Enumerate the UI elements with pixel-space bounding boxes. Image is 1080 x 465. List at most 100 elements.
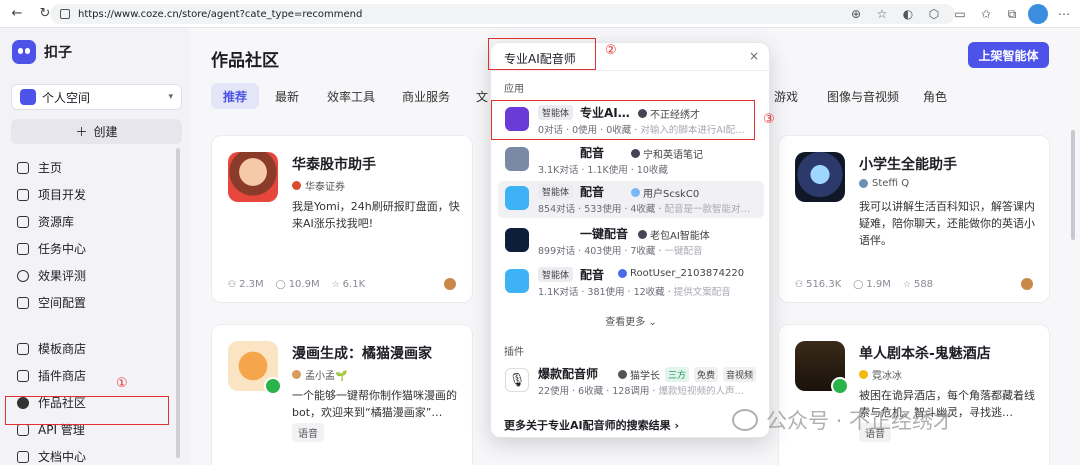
plugin-result-item[interactable]: 🎙 爆款配音师 猫学长 三方 免费 音视频 22使用 · 6收藏 · 128调用… bbox=[498, 363, 764, 400]
result-name: 配音 bbox=[580, 146, 605, 160]
author-avatar-icon bbox=[631, 149, 640, 158]
chevron-down-icon: ▾ bbox=[168, 92, 173, 102]
tab-efficiency[interactable]: 效率工具 bbox=[327, 83, 375, 109]
star-icon[interactable]: ☆ bbox=[872, 4, 892, 24]
page-title: 作品社区 bbox=[211, 51, 279, 71]
zoom-icon[interactable]: ⊕ bbox=[846, 4, 866, 24]
agent-icon bbox=[505, 147, 529, 171]
watermark-text: 公众号 · 不正经绣才 bbox=[766, 409, 955, 433]
brand-name: 扣子 bbox=[44, 45, 72, 61]
collections-icon[interactable]: ⧉ bbox=[1002, 4, 1022, 24]
sidebar-item-label: 文档中心 bbox=[38, 450, 87, 464]
menu-icon[interactable]: ⋯ bbox=[1054, 4, 1074, 24]
sidebar-item-task[interactable]: 任务中心 bbox=[0, 235, 190, 262]
clear-search-icon[interactable]: × bbox=[749, 49, 759, 63]
author-avatar-icon bbox=[292, 370, 301, 379]
project-icon bbox=[17, 188, 29, 201]
create-label: 创建 bbox=[93, 125, 118, 139]
sidebar-item-label: 模板商店 bbox=[38, 342, 87, 356]
doc-icon bbox=[17, 450, 29, 463]
tab-games[interactable]: 游戏 bbox=[774, 83, 798, 109]
agent-card-huatai[interactable]: 华泰股市助手 华泰证券 我是Yomi，24h刷研报盯盘面，快来AI涨乐找我吧! … bbox=[211, 135, 473, 303]
search-result-item[interactable]: 配音 宁和英语笔记 3.1K对话 · 1.1K使用 · 10收藏 bbox=[498, 142, 764, 179]
create-button[interactable]: ＋ 创建 bbox=[11, 119, 182, 144]
url-text: https://www.coze.cn/store/agent?cate_typ… bbox=[78, 8, 363, 20]
author-avatar-icon bbox=[618, 269, 627, 278]
coze-logo-icon bbox=[12, 40, 36, 64]
tag-audio-video: 音视频 bbox=[723, 367, 757, 382]
plugin-icon bbox=[17, 369, 29, 382]
split-icon[interactable]: ▭ bbox=[950, 4, 970, 24]
card-description: 一个能够一键帮你制作猫咪漫画的bot，欢迎来到“橘猫漫画家”… bbox=[292, 389, 457, 419]
sidebar-item-template[interactable]: 模板商店 bbox=[0, 335, 190, 362]
agent-card-murder-mystery[interactable]: 单人剧本杀-鬼魅酒店 霓冰冰 被困在诡异酒店，每个角落都藏着线索与危机。智斗幽灵… bbox=[778, 324, 1050, 465]
search-result-item[interactable]: 智能体 配音 用户ScskC0 854对话 · 533使用 · 4收藏 · 配音… bbox=[498, 181, 764, 218]
address-bar[interactable]: https://www.coze.cn/store/agent?cate_typ… bbox=[50, 4, 955, 24]
sidebar-item-label: 效果评测 bbox=[38, 269, 87, 283]
profile-avatar[interactable] bbox=[1028, 4, 1048, 24]
favorites-stat: ☆ 6.1K bbox=[331, 279, 366, 290]
space-selector[interactable]: 个人空间 ▾ bbox=[11, 84, 182, 110]
tab-latest[interactable]: 最新 bbox=[275, 83, 299, 109]
see-more-button[interactable]: 查看更多 ⌄ bbox=[491, 313, 771, 328]
tag-third-party: 三方 bbox=[665, 367, 690, 382]
tag-free: 免费 bbox=[694, 367, 719, 382]
task-icon bbox=[17, 242, 29, 255]
brand[interactable]: 扣子 bbox=[12, 40, 72, 64]
result-name: 配音 bbox=[580, 268, 605, 282]
creator-avatar bbox=[1021, 278, 1033, 290]
annotation-box-search bbox=[488, 38, 596, 70]
sidebar-item-label: 资源库 bbox=[38, 215, 75, 229]
library-icon bbox=[17, 215, 29, 228]
sidebar-item-config[interactable]: 空间配置 bbox=[0, 289, 190, 316]
back-icon[interactable]: ← bbox=[6, 3, 28, 25]
tab-image-av[interactable]: 图像与音视频 bbox=[827, 83, 899, 109]
shield-icon[interactable]: ⬡ bbox=[924, 4, 944, 24]
sidebar-item-home[interactable]: 主页 bbox=[0, 154, 190, 181]
page-scrollbar[interactable] bbox=[1071, 130, 1075, 240]
search-result-item[interactable]: 智能体 配音 RootUser_2103874220 1.1K对话 · 381使… bbox=[498, 264, 764, 301]
search-result-item[interactable]: 一键配音 老包AI智能体 899对话 · 403使用 · 7收藏 · 一键配音 bbox=[498, 223, 764, 260]
favorites-icon[interactable]: ✩ bbox=[976, 4, 996, 24]
config-icon bbox=[17, 296, 29, 309]
space-label: 个人空间 bbox=[42, 90, 91, 105]
sidebar-item-library[interactable]: 资源库 bbox=[0, 208, 190, 235]
result-author: 用户ScskC0 bbox=[631, 185, 699, 200]
card-description: 我可以讲解生活百科知识，解答课内疑难，陪你聊天，还能做你的英语小语伴。 bbox=[859, 200, 1035, 247]
author-avatar-icon bbox=[631, 188, 640, 197]
result-meta: 854对话 · 533使用 · 4收藏 · 配音是一款智能对… bbox=[538, 204, 751, 215]
sidebar-item-doc[interactable]: 文档中心 bbox=[0, 443, 190, 465]
card-description: 我是Yomi，24h刷研报盯盘面，快来AI涨乐找我吧! bbox=[292, 200, 460, 230]
result-meta: 3.1K对话 · 1.1K使用 · 10收藏 bbox=[538, 165, 668, 176]
publish-agent-button[interactable]: 上架智能体 bbox=[968, 42, 1049, 68]
users-icon: ⚇ bbox=[795, 280, 804, 290]
favorites-stat: ☆ 588 bbox=[902, 279, 934, 290]
agent-card-cat-comic[interactable]: 漫画生成：橘猫漫画家 孟小孟🌱 一个能够一键帮你制作猫咪漫画的bot，欢迎来到“… bbox=[211, 324, 473, 465]
more-results-link[interactable]: 更多关于专业AI配音师的搜索结果 › bbox=[504, 417, 679, 433]
tab-business[interactable]: 商业服务 bbox=[402, 83, 450, 109]
author-avatar-icon bbox=[638, 230, 647, 239]
extension-icon[interactable]: ◐ bbox=[898, 4, 918, 24]
result-meta: 1.1K对话 · 381使用 · 12收藏 · 提供文案配音 bbox=[538, 287, 731, 298]
sidebar-item-project[interactable]: 项目开发 bbox=[0, 181, 190, 208]
users-icon: ⚇ bbox=[228, 280, 237, 290]
sidebar-item-label: 主页 bbox=[38, 161, 63, 175]
sidebar-scrollbar[interactable] bbox=[176, 148, 180, 458]
result-meta: 22使用 · 6收藏 · 128调用 · 爆款短视频的人声… bbox=[538, 386, 744, 397]
chat-icon: ◯ bbox=[275, 280, 286, 290]
home-icon bbox=[17, 161, 29, 174]
agent-icon bbox=[505, 228, 529, 252]
chevron-right-icon: › bbox=[674, 419, 679, 432]
agent-card-pupil[interactable]: 小学生全能助手 Steffi Q 我可以讲解生活百科知识，解答课内疑难，陪你聊天… bbox=[778, 135, 1050, 303]
card-stats: ⚇ 2.3M ◯ 10.9M ☆ 6.1K bbox=[228, 279, 365, 290]
author-avatar-icon bbox=[618, 370, 627, 379]
tab-text[interactable]: 文 bbox=[476, 83, 488, 109]
section-plugins-header: 插件 bbox=[504, 347, 524, 358]
sidebar-item-plugin[interactable]: 插件商店 bbox=[0, 362, 190, 389]
result-meta: 899对话 · 403使用 · 7收藏 · 一键配音 bbox=[538, 246, 703, 257]
plus-icon: ＋ bbox=[75, 125, 88, 139]
sidebar-item-evaluate[interactable]: 效果评测 bbox=[0, 262, 190, 289]
chats-stat: ◯ 1.9M bbox=[853, 279, 891, 290]
tab-recommend[interactable]: 推荐 bbox=[211, 83, 260, 109]
tab-characters[interactable]: 角色 bbox=[923, 83, 947, 109]
